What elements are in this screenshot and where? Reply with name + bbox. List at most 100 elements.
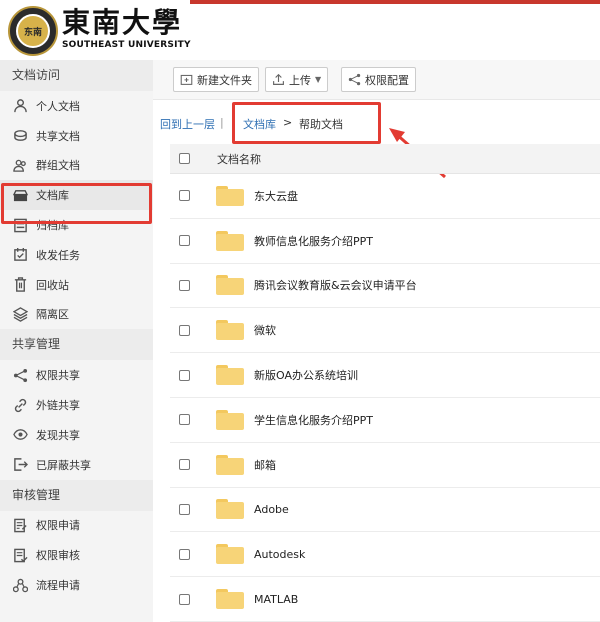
column-header-name[interactable]: 文档名称: [217, 151, 261, 167]
table-row[interactable]: 东大云盘: [170, 174, 600, 219]
header-accent-bar: [190, 0, 600, 4]
folder-icon: [216, 499, 244, 520]
university-seal-logo: 东南: [8, 6, 58, 56]
sidebar-item-label: 回收站: [36, 278, 69, 292]
table-row[interactable]: MATLAB: [170, 577, 600, 622]
breadcrumb-current: 帮助文档: [299, 118, 343, 131]
file-name[interactable]: 微软: [254, 322, 276, 338]
sidebar-item-label: 权限申请: [36, 519, 80, 533]
sidebar-item-send-receive-tasks[interactable]: 收发任务: [0, 240, 153, 270]
file-name[interactable]: 教师信息化服务介绍PPT: [254, 233, 373, 249]
university-name: 東南大學 SOUTHEAST UNIVERSITY: [62, 6, 191, 51]
table-row[interactable]: 微软: [170, 308, 600, 354]
eye-icon: [12, 427, 28, 443]
upload-button[interactable]: 上传 ▼: [265, 67, 329, 92]
file-name[interactable]: Autodesk: [254, 548, 305, 561]
sidebar-item-label: 已屏蔽共享: [36, 458, 91, 472]
select-all-checkbox[interactable]: [179, 153, 190, 164]
new-folder-button[interactable]: 新建文件夹: [173, 67, 259, 92]
row-checkbox[interactable]: [179, 503, 190, 515]
sidebar-item-blocked-share[interactable]: 已屏蔽共享: [0, 450, 153, 480]
university-name-en: SOUTHEAST UNIVERSITY: [62, 40, 191, 50]
file-name[interactable]: 腾讯会议教育版&云会议申请平台: [254, 277, 417, 293]
table-row[interactable]: Autodesk: [170, 532, 600, 578]
permission-config-button[interactable]: 权限配置: [341, 67, 416, 92]
folder-icon: [216, 185, 244, 206]
folder-icon: [216, 589, 244, 610]
sidebar-item-permission-review[interactable]: 权限审核: [0, 540, 153, 570]
new-folder-icon: [180, 74, 193, 85]
table-row[interactable]: 邮箱: [170, 443, 600, 488]
sidebar-item-personal-docs[interactable]: 个人文档: [0, 91, 153, 121]
university-name-cn: 東南大學: [62, 6, 183, 39]
sidebar-item-label: 外链共享: [36, 399, 80, 413]
table-row[interactable]: 学生信息化服务介绍PPT: [170, 398, 600, 443]
file-name[interactable]: Adobe: [254, 503, 289, 516]
sidebar-item-archive[interactable]: 归档库: [0, 210, 153, 240]
folder-icon: [216, 230, 244, 251]
share-icon: [12, 367, 28, 383]
upload-label: 上传: [289, 73, 311, 87]
breadcrumb-doc-library-link[interactable]: 文档库: [243, 116, 276, 132]
sidebar-item-label: 隔离区: [36, 308, 69, 322]
file-name[interactable]: 新版OA办公系统培训: [254, 367, 358, 383]
sidebar-item-label: 权限审核: [36, 549, 80, 563]
sidebar-item-group-docs[interactable]: 群组文档: [0, 151, 153, 181]
table-row[interactable]: 新版OA办公系统培训: [170, 353, 600, 398]
file-name[interactable]: MATLAB: [254, 593, 298, 606]
row-checkbox[interactable]: [179, 324, 190, 336]
library-icon: [12, 187, 28, 203]
row-checkbox[interactable]: [179, 414, 190, 426]
sidebar-item-shared-docs[interactable]: 共享文档: [0, 121, 153, 151]
upload-icon: [273, 73, 284, 85]
sidebar-item-doc-library[interactable]: 文档库: [0, 180, 153, 211]
sidebar-item-discover-share[interactable]: 发现共享: [0, 420, 153, 450]
table-row[interactable]: 腾讯会议教育版&云会议申请平台: [170, 264, 600, 309]
sidebar-item-quarantine[interactable]: 隔离区: [0, 300, 153, 330]
chevron-down-icon: ▼: [315, 75, 322, 84]
permission-config-label: 权限配置: [365, 73, 409, 87]
sidebar-item-label: 归档库: [36, 219, 69, 233]
group-icon: [12, 157, 28, 173]
row-checkbox[interactable]: [179, 459, 190, 471]
breadcrumb-arrow: >: [283, 116, 293, 129]
file-name[interactable]: 东大云盘: [254, 188, 298, 204]
row-checkbox[interactable]: [179, 548, 190, 560]
apply-icon: [12, 517, 28, 533]
sidebar-item-label: 收发任务: [36, 248, 80, 262]
file-name[interactable]: 邮箱: [254, 457, 276, 473]
quarantine-icon: [12, 306, 28, 322]
sidebar-item-permission-apply[interactable]: 权限申请: [0, 511, 153, 541]
section-title-review-management: 审核管理: [0, 479, 153, 511]
sidebar-item-flow-apply[interactable]: 流程申请: [0, 570, 153, 600]
table-row[interactable]: 教师信息化服务介绍PPT: [170, 219, 600, 264]
sidebar-item-label: 流程申请: [36, 579, 80, 593]
new-folder-label: 新建文件夹: [197, 73, 252, 87]
person-icon: [12, 98, 28, 114]
table-row[interactable]: Adobe: [170, 488, 600, 533]
row-checkbox[interactable]: [179, 190, 190, 202]
sidebar-item-recycle-bin[interactable]: 回收站: [0, 270, 153, 300]
sidebar-item-label: 文档库: [36, 189, 69, 203]
file-name[interactable]: 学生信息化服务介绍PPT: [254, 412, 373, 428]
back-to-parent-link[interactable]: 回到上一层: [160, 116, 215, 132]
sidebar-item-label: 群组文档: [36, 159, 80, 173]
flow-icon: [12, 577, 28, 593]
row-checkbox[interactable]: [179, 593, 190, 605]
sidebar-item-external-link-share[interactable]: 外链共享: [0, 390, 153, 420]
row-checkbox[interactable]: [179, 369, 190, 381]
row-checkbox[interactable]: [179, 235, 190, 247]
section-title-doc-access: 文档访问: [0, 60, 153, 91]
toolbar: 新建文件夹 上传 ▼ 权限配置: [153, 60, 600, 100]
sidebar: 文档访问 个人文档 共享文档 群组文档 文档库 归档库 收发任务 回收站 隔离区…: [0, 60, 153, 622]
folder-icon: [216, 409, 244, 430]
folder-icon: [216, 320, 244, 341]
share-icon: [348, 73, 361, 86]
link-icon: [12, 397, 28, 413]
breadcrumb: 回到上一层 | 文档库 > 帮助文档: [153, 100, 600, 144]
folder-icon: [216, 454, 244, 475]
sidebar-item-permission-share[interactable]: 权限共享: [0, 360, 153, 390]
task-icon: [12, 247, 28, 263]
folder-icon: [216, 544, 244, 565]
row-checkbox[interactable]: [179, 279, 190, 291]
